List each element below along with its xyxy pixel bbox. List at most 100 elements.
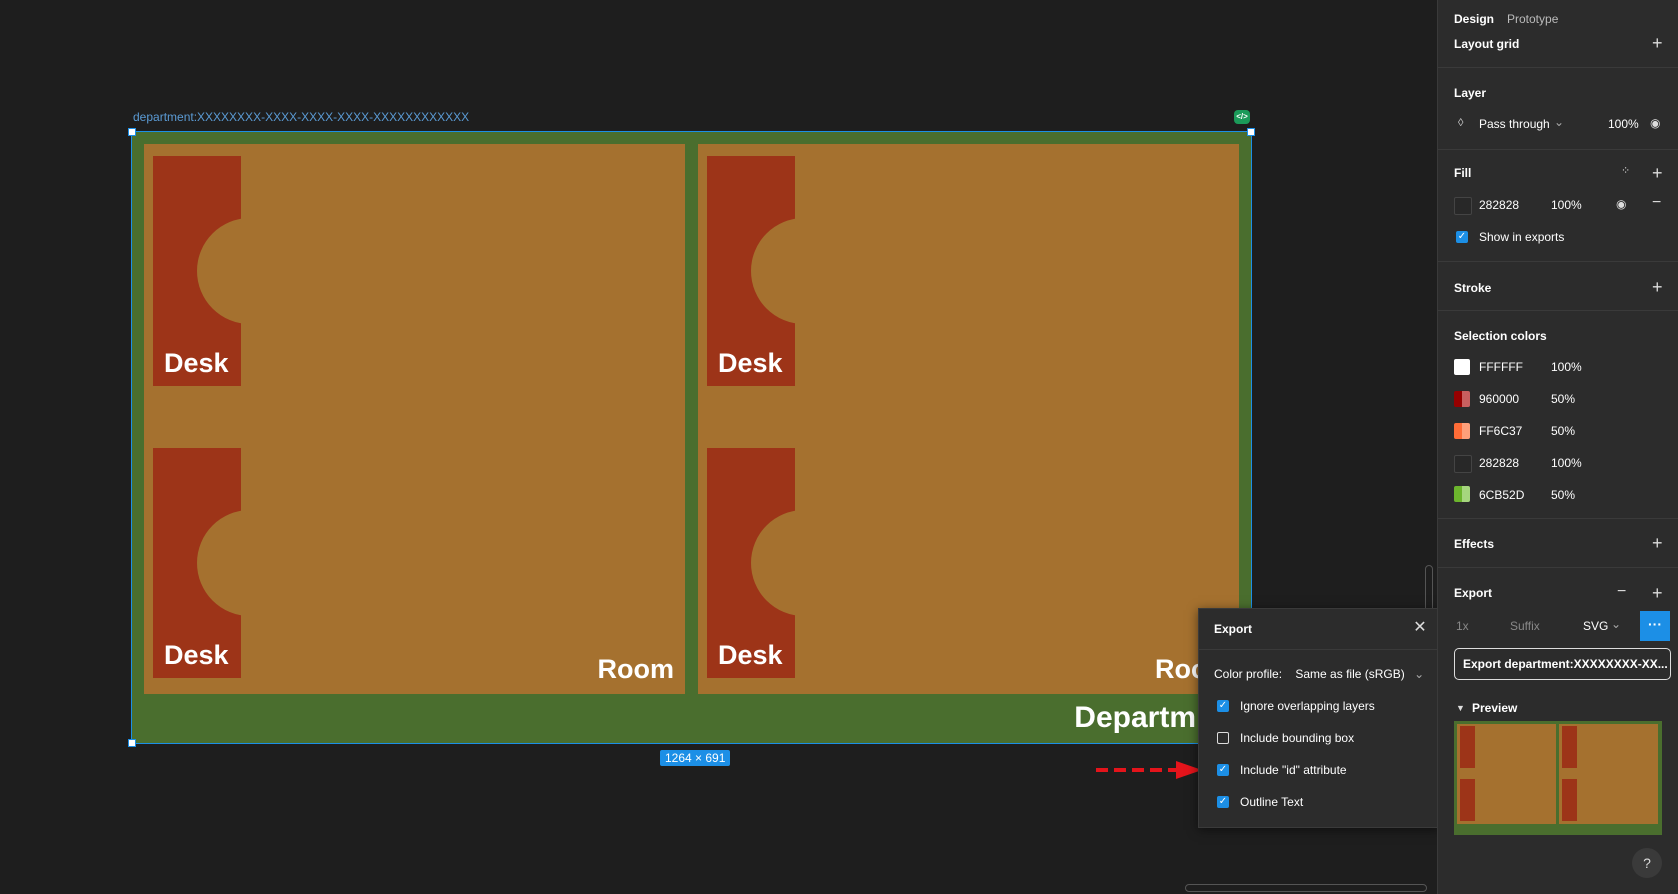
- divider: [1438, 261, 1678, 262]
- export-more-options-button[interactable]: ···: [1640, 611, 1670, 641]
- stroke-title: Stroke: [1454, 281, 1492, 295]
- desk-label: Desk: [164, 640, 229, 670]
- desk-notch: [751, 218, 795, 324]
- export-title: Export: [1454, 586, 1493, 600]
- help-button[interactable]: ?: [1632, 848, 1662, 878]
- fill-title: Fill: [1454, 166, 1472, 180]
- color-opacity[interactable]: 50%: [1551, 488, 1575, 502]
- room-1[interactable]: Desk Desk Room: [144, 144, 685, 694]
- divider: [1438, 149, 1678, 150]
- checkbox-checked[interactable]: ✓: [1217, 764, 1229, 776]
- desk-notch: [751, 510, 795, 616]
- blend-mode-icon: ◊: [1458, 117, 1464, 129]
- color-profile-row[interactable]: Color profile: Same as file (sRGB) ⌄: [1214, 667, 1424, 681]
- resize-handle[interactable]: [128, 128, 136, 136]
- color-swatch[interactable]: [1454, 486, 1470, 502]
- remove-fill-icon[interactable]: −: [1652, 194, 1661, 212]
- checkbox-unchecked[interactable]: [1217, 732, 1229, 744]
- desk-label: Desk: [718, 640, 783, 670]
- option-include-id-attribute[interactable]: ✓ Include "id" attribute: [1217, 763, 1347, 777]
- eye-icon[interactable]: ◉: [1616, 197, 1626, 211]
- show-in-exports-label[interactable]: Show in exports: [1479, 230, 1564, 244]
- tab-prototype[interactable]: Prototype: [1507, 12, 1558, 26]
- divider: [1438, 518, 1678, 519]
- red-arrow-annotation: [1096, 761, 1202, 779]
- layout-grid-title: Layout grid: [1454, 37, 1520, 51]
- remove-export-icon[interactable]: −: [1617, 583, 1626, 601]
- desk[interactable]: Desk: [153, 156, 241, 386]
- export-scale[interactable]: 1x: [1456, 619, 1469, 633]
- chevron-down-icon[interactable]: ⌄: [1414, 667, 1424, 681]
- checkbox-checked[interactable]: ✓: [1217, 700, 1229, 712]
- desk-label: Desk: [164, 348, 229, 378]
- export-preview-image: [1454, 721, 1662, 835]
- resize-handle[interactable]: [128, 739, 136, 747]
- option-outline-text[interactable]: ✓ Outline Text: [1217, 795, 1303, 809]
- horizontal-scrollbar[interactable]: [1185, 884, 1427, 892]
- room-2[interactable]: Desk Desk Roo: [698, 144, 1239, 694]
- selection-colors-title: Selection colors: [1454, 329, 1547, 343]
- preview-title[interactable]: Preview: [1472, 701, 1517, 715]
- style-grid-icon[interactable]: ⁘: [1621, 164, 1630, 177]
- room-label: Room: [597, 654, 675, 684]
- color-hex[interactable]: 282828: [1479, 456, 1519, 470]
- color-hex[interactable]: FFFFFF: [1479, 360, 1523, 374]
- option-include-bounding-box[interactable]: Include bounding box: [1217, 731, 1354, 745]
- layer-opacity[interactable]: 100%: [1608, 117, 1639, 131]
- export-button[interactable]: Export department:XXXXXXXX-XX...: [1454, 648, 1671, 680]
- color-opacity[interactable]: 100%: [1551, 456, 1582, 470]
- color-swatch[interactable]: [1454, 455, 1472, 473]
- color-swatch[interactable]: [1454, 391, 1470, 407]
- fill-hex[interactable]: 282828: [1479, 198, 1519, 212]
- color-opacity[interactable]: 100%: [1551, 360, 1582, 374]
- resize-handle[interactable]: [1247, 128, 1255, 136]
- export-suffix-input[interactable]: Suffix: [1510, 619, 1540, 633]
- add-effect-icon[interactable]: +: [1652, 534, 1663, 552]
- color-profile-label: Color profile:: [1214, 667, 1283, 681]
- desk-label: Desk: [718, 348, 783, 378]
- color-opacity[interactable]: 50%: [1551, 424, 1575, 438]
- desk[interactable]: Desk: [707, 448, 795, 678]
- color-swatch[interactable]: [1454, 423, 1470, 439]
- chevron-down-icon[interactable]: ⌄: [1611, 617, 1621, 631]
- option-label: Ignore overlapping layers: [1240, 699, 1375, 713]
- option-ignore-overlapping[interactable]: ✓ Ignore overlapping layers: [1217, 699, 1375, 713]
- color-hex[interactable]: 960000: [1479, 392, 1519, 406]
- fill-opacity[interactable]: 100%: [1551, 198, 1582, 212]
- chevron-down-icon[interactable]: ⌄: [1554, 115, 1564, 129]
- layer-title: Layer: [1454, 86, 1487, 100]
- add-export-icon[interactable]: +: [1652, 584, 1663, 602]
- blend-mode-select[interactable]: Pass through: [1479, 117, 1550, 131]
- divider: [1438, 567, 1678, 568]
- desk-notch: [197, 510, 241, 616]
- divider: [1438, 310, 1678, 311]
- add-layout-grid-icon[interactable]: +: [1652, 34, 1663, 52]
- department-frame[interactable]: Desk Desk Room Desk Desk Roo Departm: [128, 128, 1255, 747]
- desk-notch: [197, 218, 241, 324]
- properties-panel: Design Prototype Layout grid + Layer ◊ P…: [1437, 0, 1678, 894]
- color-hex[interactable]: FF6C37: [1479, 424, 1522, 438]
- frame-name-label[interactable]: department:XXXXXXXX-XXXX-XXXX-XXXX-XXXXX…: [133, 110, 469, 124]
- close-icon[interactable]: ✕: [1411, 619, 1429, 637]
- color-hex[interactable]: 6CB52D: [1479, 488, 1524, 502]
- eye-icon[interactable]: ◉: [1650, 116, 1660, 130]
- tab-design[interactable]: Design: [1454, 12, 1494, 26]
- color-swatch[interactable]: [1454, 359, 1470, 375]
- add-stroke-icon[interactable]: +: [1652, 278, 1663, 296]
- caret-down-icon[interactable]: ▼: [1456, 703, 1465, 713]
- option-label: Include bounding box: [1240, 731, 1355, 745]
- color-opacity[interactable]: 50%: [1551, 392, 1575, 406]
- checkbox-checked[interactable]: ✓: [1456, 231, 1468, 243]
- code-icon[interactable]: </>: [1234, 110, 1250, 124]
- export-format-select[interactable]: SVG: [1583, 619, 1608, 633]
- divider: [1438, 67, 1678, 68]
- desk[interactable]: Desk: [707, 156, 795, 386]
- fill-swatch[interactable]: [1454, 197, 1472, 215]
- option-label: Outline Text: [1240, 795, 1304, 809]
- checkbox-checked[interactable]: ✓: [1217, 796, 1229, 808]
- department-label: Departm: [1074, 701, 1196, 734]
- frame-size-badge: 1264 × 691: [660, 750, 731, 766]
- color-profile-select[interactable]: Same as file (sRGB): [1295, 667, 1404, 681]
- add-fill-icon[interactable]: +: [1652, 164, 1663, 182]
- desk[interactable]: Desk: [153, 448, 241, 678]
